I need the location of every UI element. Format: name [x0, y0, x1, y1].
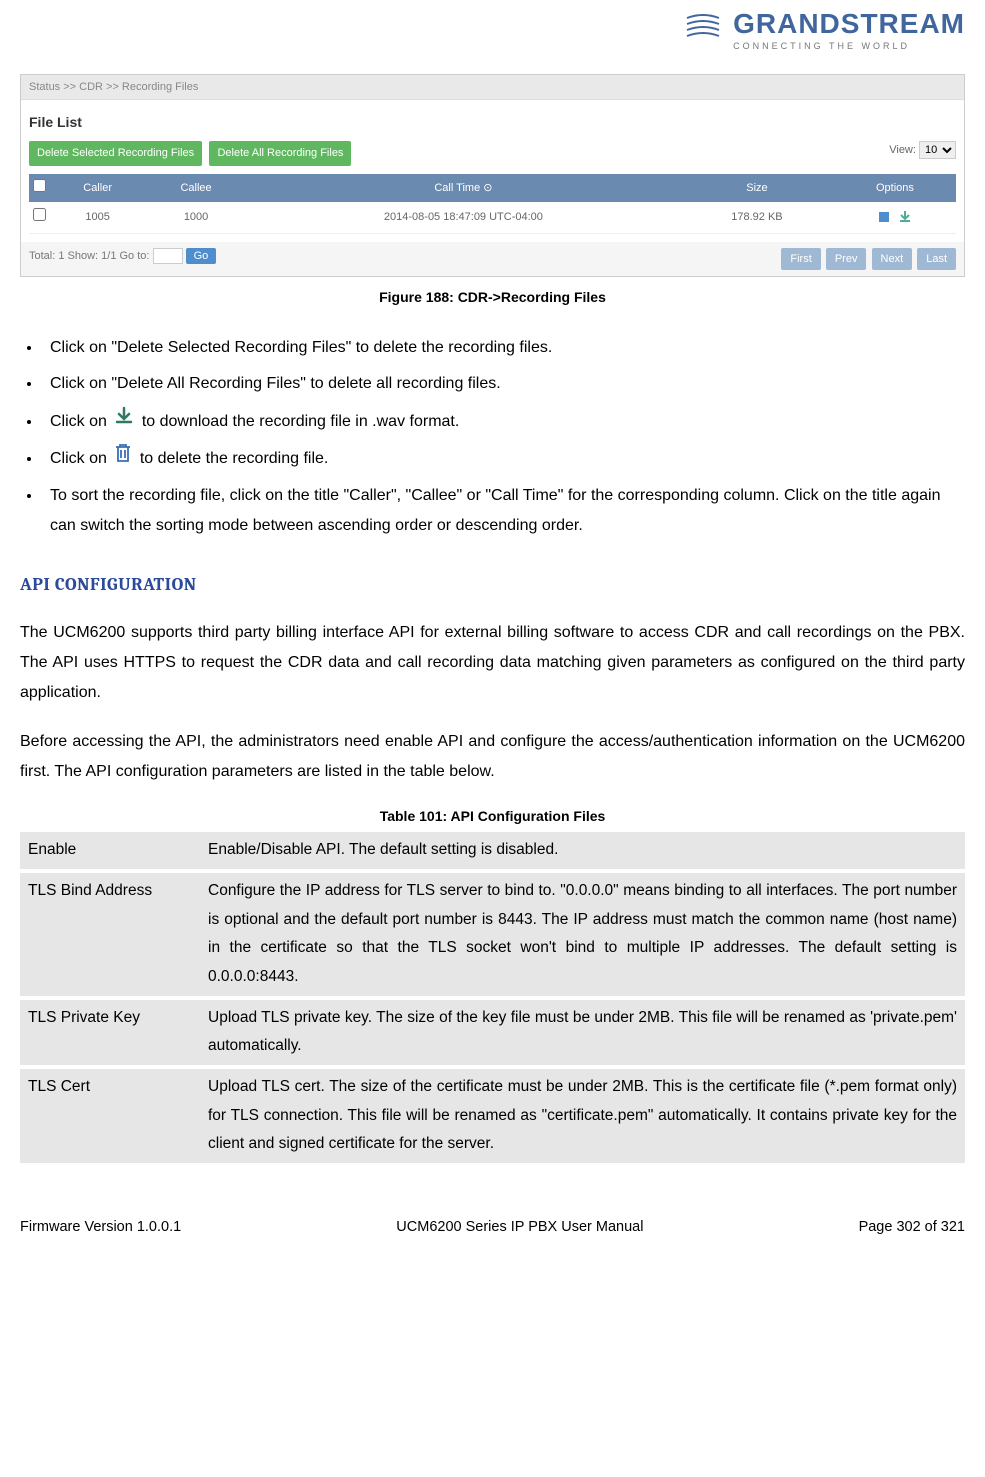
brand-header: GRANDSTREAM CONNECTING THE WORLD — [20, 10, 965, 54]
trash-icon — [114, 443, 132, 474]
section-heading: API CONFIGURATION — [20, 571, 965, 598]
page-footer: Firmware Version 1.0.0.1 UCM6200 Series … — [20, 1217, 965, 1239]
list-item: Click on to download the recording file … — [42, 406, 965, 437]
recordings-table: Caller Callee Call Time ⊙ Size Options 1… — [29, 174, 956, 234]
body-paragraph: The UCM6200 supports third party billing… — [20, 618, 965, 707]
instruction-list: Click on "Delete Selected Recording File… — [42, 333, 965, 541]
pager-last[interactable]: Last — [917, 248, 956, 271]
footer-page: Page 302 of 321 — [859, 1217, 965, 1239]
cell-callee: 1000 — [145, 202, 247, 233]
delete-all-button[interactable]: Delete All Recording Files — [209, 141, 351, 166]
cell-time: 2014-08-05 18:47:09 UTC-04:00 — [247, 202, 680, 233]
list-item: To sort the recording file, click on the… — [42, 481, 965, 542]
col-options: Options — [834, 174, 956, 203]
download-icon — [114, 406, 134, 437]
stop-icon[interactable] — [877, 210, 891, 224]
delete-selected-button[interactable]: Delete Selected Recording Files — [29, 141, 202, 166]
table-row: TLS Private Key Upload TLS private key. … — [20, 998, 965, 1067]
table-row: TLS Cert Upload TLS cert. The size of th… — [20, 1067, 965, 1165]
config-value: Configure the IP address for TLS server … — [200, 871, 965, 998]
config-key: TLS Bind Address — [20, 871, 200, 998]
footer-firmware: Firmware Version 1.0.0.1 — [20, 1217, 181, 1239]
download-icon[interactable] — [898, 210, 912, 224]
table-row: Enable Enable/Disable API. The default s… — [20, 832, 965, 871]
config-value: Upload TLS cert. The size of the certifi… — [200, 1067, 965, 1165]
view-select[interactable]: 10 — [919, 141, 956, 159]
breadcrumb: Status >> CDR >> Recording Files — [21, 75, 964, 101]
col-size[interactable]: Size — [680, 174, 834, 203]
figure-caption: Figure 188: CDR->Recording Files — [20, 287, 965, 308]
col-calltime[interactable]: Call Time ⊙ — [247, 174, 680, 203]
row-checkbox[interactable] — [33, 208, 46, 221]
config-key: TLS Private Key — [20, 998, 200, 1067]
pager-first[interactable]: First — [781, 248, 820, 271]
col-caller[interactable]: Caller — [50, 174, 145, 203]
config-value: Enable/Disable API. The default setting … — [200, 832, 965, 871]
config-value: Upload TLS private key. The size of the … — [200, 998, 965, 1067]
list-item: Click on "Delete Selected Recording File… — [42, 333, 965, 363]
config-table: Enable Enable/Disable API. The default s… — [20, 832, 965, 1167]
list-item: Click on to delete the recording file. — [42, 443, 965, 474]
config-key: Enable — [20, 832, 200, 871]
table-row: TLS Bind Address Configure the IP addres… — [20, 871, 965, 998]
footer-title: UCM6200 Series IP PBX User Manual — [396, 1217, 643, 1239]
col-callee[interactable]: Callee — [145, 174, 247, 203]
app-screenshot: Status >> CDR >> Recording Files File Li… — [20, 74, 965, 278]
footer-info: Total: 1 Show: 1/1 Go to: — [29, 250, 149, 262]
panel-title: File List — [29, 112, 956, 133]
body-paragraph: Before accessing the API, the administra… — [20, 727, 965, 786]
cell-caller: 1005 — [50, 202, 145, 233]
brand-tag: CONNECTING THE WORLD — [733, 40, 965, 54]
go-button[interactable]: Go — [186, 248, 217, 264]
select-all-checkbox[interactable] — [33, 179, 46, 192]
table-caption: Table 101: API Configuration Files — [20, 806, 965, 827]
goto-input[interactable] — [153, 248, 183, 264]
view-label: View: — [889, 144, 916, 156]
table-row: 1005 1000 2014-08-05 18:47:09 UTC-04:00 … — [29, 202, 956, 233]
brand-name: GRANDSTREAM — [733, 10, 965, 38]
pager-prev[interactable]: Prev — [826, 248, 867, 271]
brand-logo-icon — [685, 14, 721, 50]
pager-next[interactable]: Next — [872, 248, 913, 271]
cell-size: 178.92 KB — [680, 202, 834, 233]
config-key: TLS Cert — [20, 1067, 200, 1165]
list-item: Click on "Delete All Recording Files" to… — [42, 369, 965, 399]
